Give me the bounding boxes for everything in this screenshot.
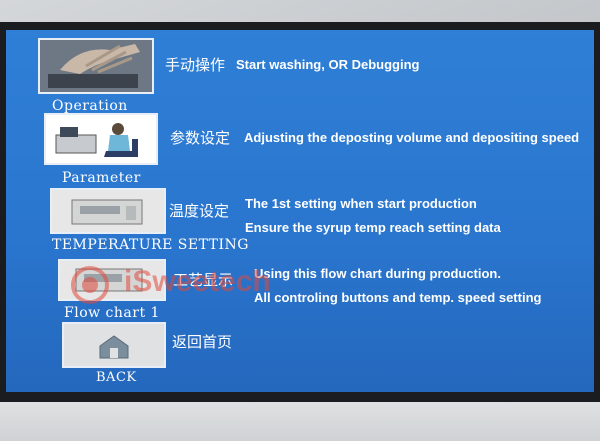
machine-icon	[52, 190, 164, 232]
hmi-screen: Operation 手动操作 Start washing, OR Debuggi…	[6, 30, 594, 392]
temperature-desc-line1: The 1st setting when start production	[245, 196, 477, 211]
flow-chart-label: Flow chart 1	[64, 305, 160, 321]
parameter-thumbnail	[44, 113, 158, 165]
home-icon	[64, 324, 164, 366]
back-label: BACK	[96, 370, 137, 385]
brand-logo-icon	[71, 266, 109, 304]
parameter-cn-title: 参数设定	[170, 129, 231, 147]
parameter-label: Parameter	[62, 170, 141, 186]
operator-desk-icon	[46, 115, 156, 163]
hand-touch-icon	[40, 40, 152, 92]
operation-button[interactable]: Operation	[38, 38, 156, 118]
monitor-frame-bottom	[0, 402, 600, 441]
back-cn-title: 返回首页	[172, 333, 233, 351]
back-thumbnail	[62, 322, 166, 368]
operation-thumbnail	[38, 38, 154, 94]
operation-cn-title: 手动操作	[165, 56, 226, 74]
operation-desc: Start washing, OR Debugging	[236, 57, 420, 72]
temperature-setting-button[interactable]: TEMPERATURE SETTING	[50, 188, 248, 254]
temperature-thumbnail	[50, 188, 166, 234]
back-button[interactable]: BACK	[62, 322, 172, 390]
flow-chart-desc-line1: Using this flow chart during production.	[254, 266, 501, 281]
flow-chart-desc-line2: All controling buttons and temp. speed s…	[254, 290, 542, 305]
temperature-cn-title: 温度设定	[169, 202, 230, 220]
temperature-label: TEMPERATURE SETTING	[52, 237, 249, 253]
parameter-button[interactable]: Parameter	[44, 113, 164, 189]
operation-label: Operation	[52, 98, 128, 114]
temperature-desc-line2: Ensure the syrup temp reach setting data	[245, 220, 501, 235]
brand-watermark-text: iSweetech	[124, 265, 271, 298]
parameter-desc: Adjusting the deposting volume and depos…	[244, 130, 580, 145]
